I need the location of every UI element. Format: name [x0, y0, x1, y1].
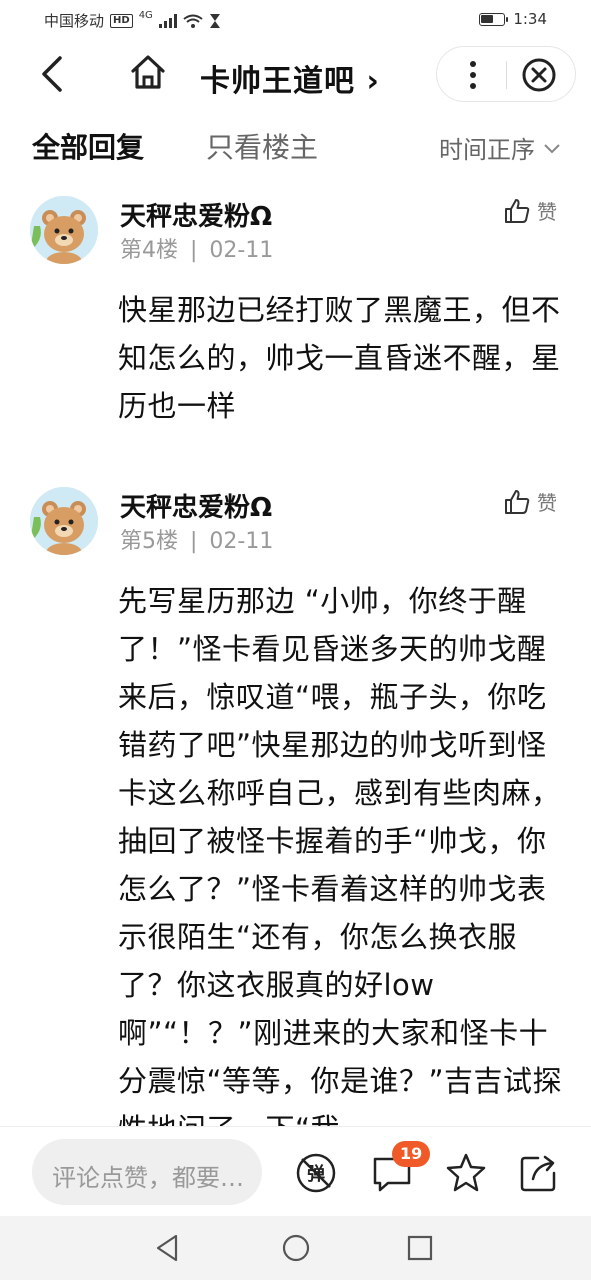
home-icon[interactable]: [128, 52, 168, 92]
bottom-action-bar: 评论点赞，都要… 弹 19: [0, 1126, 591, 1216]
carrier-label: 中国移动: [44, 12, 105, 30]
status-bar: 中国移动 HD 4G 1:34: [0, 0, 591, 40]
post-meta: 第5楼 | 02-11: [120, 523, 273, 555]
username[interactable]: 天秤忠爱粉Ω: [120, 487, 272, 524]
capsule-divider: [506, 61, 507, 89]
like-button[interactable]: 赞: [503, 487, 557, 516]
like-button[interactable]: 赞: [503, 196, 557, 225]
chevron-down-icon: [544, 143, 560, 153]
floor-number: 第5楼: [120, 529, 178, 554]
hd-badge: HD: [110, 13, 133, 28]
nav-recent-icon[interactable]: [404, 1232, 436, 1264]
clock: 1:34: [513, 10, 547, 28]
reply-tabs: 全部回复 只看楼主 时间正序: [0, 126, 591, 170]
username[interactable]: 天秤忠爱粉Ω: [120, 196, 272, 233]
nav-back-icon[interactable]: [152, 1232, 184, 1264]
hourglass-icon: [209, 13, 220, 28]
meta-separator: |: [190, 238, 198, 263]
like-label: 赞: [537, 491, 557, 515]
system-navigation-bar: [0, 1216, 591, 1280]
battery-icon: [479, 12, 509, 26]
floor-number: 第4楼: [120, 238, 178, 263]
comment-input[interactable]: 评论点赞，都要…: [32, 1139, 262, 1205]
top-navigation-bar: 卡帅王道吧 ›: [0, 40, 591, 110]
thumbs-up-icon: [505, 198, 530, 223]
danmaku-icon[interactable]: 弹: [294, 1151, 338, 1195]
bear-avatar-icon: [30, 196, 98, 264]
back-icon[interactable]: [36, 54, 72, 94]
more-icon[interactable]: [459, 57, 487, 93]
tab-all-replies[interactable]: 全部回复: [32, 126, 144, 166]
tab-only-op[interactable]: 只看楼主: [206, 126, 318, 166]
post-meta: 第4楼 | 02-11: [120, 232, 273, 264]
bear-avatar-icon: [30, 487, 98, 555]
sort-label: 时间正序: [439, 136, 535, 164]
thumbs-up-icon: [505, 489, 530, 514]
post-content: 先写星历那边 “小帅，你终于醒了！”怪卡看见昏迷多天的帅戈醒来后，惊叹道“喂，瓶…: [118, 584, 563, 1146]
avatar[interactable]: [30, 196, 98, 264]
comment-count-badge: 19: [392, 1141, 431, 1167]
reply-post: 天秤忠爱粉Ω 第5楼 | 02-11 赞 先写星历那边 “小帅，你终于醒了！”怪卡看…: [0, 487, 591, 1146]
post-content: 快星那边已经打败了黑魔王，但不知怎么的，帅戈一直昏迷不醒，星历也一样: [118, 293, 561, 423]
sort-dropdown[interactable]: 时间正序: [439, 130, 561, 165]
capsule-menu: [436, 46, 576, 102]
avatar[interactable]: [30, 487, 98, 555]
like-label: 赞: [537, 200, 557, 224]
forum-title[interactable]: 卡帅王道吧 ›: [200, 56, 380, 100]
forum-title-text: 卡帅王道吧: [200, 64, 355, 99]
post-date: 02-11: [209, 238, 274, 263]
share-icon[interactable]: [516, 1151, 560, 1195]
nav-home-icon[interactable]: [280, 1232, 312, 1264]
network-label: 4G: [138, 10, 153, 21]
star-icon[interactable]: [444, 1151, 488, 1195]
signal-icon: [158, 13, 177, 28]
chevron-right-icon: ›: [366, 64, 380, 99]
wifi-icon: [183, 14, 203, 28]
post-date: 02-11: [209, 529, 274, 554]
meta-separator: |: [190, 529, 198, 554]
reply-post: 天秤忠爱粉Ω 第4楼 | 02-11 赞 快星那边已经打败了黑魔王，但不知怎么的，帅…: [0, 196, 591, 436]
close-icon[interactable]: [521, 57, 557, 93]
